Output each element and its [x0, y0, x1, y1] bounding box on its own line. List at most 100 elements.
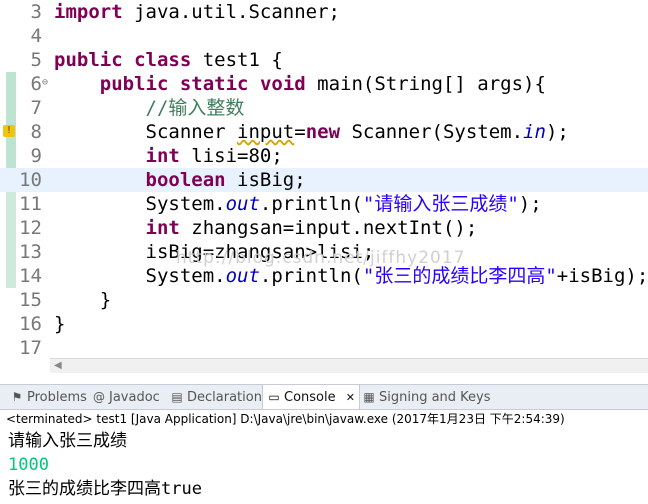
code-text: //输入整数: [54, 96, 245, 120]
close-icon[interactable]: ✕: [346, 391, 355, 404]
declaration-icon: ▤: [171, 390, 183, 404]
code-token: out: [225, 265, 260, 287]
horizontal-scrollbar[interactable]: ◀: [50, 358, 648, 373]
console-output-result: 张三的成绩比李四高true: [8, 477, 202, 501]
code-token: input: [237, 121, 295, 143]
console-result-value: true: [161, 479, 202, 499]
tab-declaration[interactable]: ▤ Declaration: [170, 385, 262, 409]
tab-problems[interactable]: ⚑ Problems: [10, 385, 87, 409]
line-number: 11: [19, 193, 42, 215]
code-line-17[interactable]: 17: [0, 336, 648, 358]
code-token: new: [305, 121, 341, 143]
code-token: .println(: [259, 193, 363, 215]
line-number: 9: [30, 145, 42, 167]
line-number: 3: [30, 1, 42, 23]
code-token: void: [259, 73, 306, 95]
code-line-15[interactable]: 15 }: [0, 288, 648, 312]
code-token: =: [294, 121, 306, 143]
signing-keys-icon: ▦: [363, 390, 375, 404]
console-prompt-text: 请输入张三成绩: [8, 431, 127, 451]
line-number: 5: [30, 49, 42, 71]
code-token: .println(: [259, 265, 363, 287]
code-token: }: [54, 313, 66, 335]
code-token: isBig;: [225, 169, 306, 191]
code-token: int: [145, 217, 180, 239]
tab-label: Problems: [27, 390, 87, 405]
code-token: }: [54, 289, 112, 311]
scroll-left-icon[interactable]: ◀: [54, 359, 62, 373]
code-text: System.out.println("请输入张三成绩");: [54, 192, 542, 216]
line-number: 12: [19, 217, 42, 239]
line-number: 10: [19, 169, 42, 191]
code-line-4[interactable]: 4: [0, 24, 648, 48]
code-text: int zhangsan=input.nextInt();: [54, 216, 478, 240]
code-token: static: [179, 73, 249, 95]
console-status: <terminated> test1 [Java Application] D:…: [6, 412, 565, 426]
code-token: lisi=80;: [179, 145, 283, 167]
code-line-10[interactable]: 10 boolean isBig;: [0, 168, 648, 192]
code-line-6[interactable]: 6 ⊖ public static void main(String[] args…: [0, 72, 648, 96]
code-text: int lisi=80;: [54, 144, 283, 168]
code-token: +isBig);: [556, 265, 648, 287]
code-line-11[interactable]: 11 System.out.println("请输入张三成绩");: [0, 192, 648, 216]
code-token: class: [134, 49, 192, 71]
code-token: out: [225, 193, 260, 215]
code-token: int: [145, 145, 180, 167]
code-text: import java.util.Scanner;: [54, 0, 340, 24]
fold-collapse-icon[interactable]: ⊖: [42, 78, 48, 88]
javadoc-icon: @: [93, 390, 105, 404]
code-token: in: [523, 121, 546, 143]
code-token: public: [54, 49, 123, 71]
line-number: 17: [19, 337, 42, 358]
code-line-8[interactable]: 8! Scanner input=new Scanner(System.in);: [0, 120, 648, 144]
code-line-3[interactable]: 3 import java.util.Scanner;: [0, 0, 648, 24]
console-user-input: 1000: [8, 455, 49, 475]
tab-signing-keys[interactable]: ▦ Signing and Keys: [362, 385, 491, 409]
line-number: 15: [19, 289, 42, 311]
code-line-9[interactable]: 9 int lisi=80;: [0, 144, 648, 168]
code-line-7[interactable]: 7 //输入整数: [0, 96, 648, 120]
line-number: 16: [19, 313, 42, 335]
warning-icon[interactable]: !: [3, 125, 15, 137]
code-text: }: [54, 312, 65, 336]
bottom-tab-bar: ⚑ Problems @ Javadoc ▤ Declaration ▭ Console…: [0, 384, 648, 410]
code-token: zhangsan=input.nextInt();: [179, 217, 478, 239]
code-text: boolean isBig;: [54, 168, 306, 192]
code-token: "张三的成绩比李四高": [362, 265, 557, 287]
code-token: System.: [54, 265, 226, 287]
code-text: public class test1 {: [54, 48, 283, 72]
code-token: //输入整数: [145, 97, 245, 119]
code-text: public static void main(String[] args){: [54, 72, 546, 96]
code-token: import: [54, 1, 123, 23]
console-input-line[interactable]: 1000: [8, 453, 49, 477]
code-token: Scanner(System.: [340, 121, 524, 143]
console-icon: ▭: [268, 390, 280, 404]
code-token: );: [545, 121, 569, 143]
code-token: );: [518, 193, 542, 215]
code-token: java.util.Scanner;: [122, 1, 340, 23]
code-token: "请输入张三成绩": [362, 193, 519, 215]
code-editor[interactable]: 3 import java.util.Scanner; 4 5 public class…: [0, 0, 648, 358]
code-line-5[interactable]: 5 public class test1 {: [0, 48, 648, 72]
tab-console[interactable]: ▭ Console ✕: [262, 385, 360, 409]
code-token: public: [99, 73, 169, 95]
problems-icon: ⚑: [11, 390, 23, 404]
tab-label: Signing and Keys: [379, 390, 491, 405]
code-line-16[interactable]: 16}: [0, 312, 648, 336]
line-number: 13: [19, 241, 42, 263]
line-number: 7: [30, 97, 42, 119]
code-text: Scanner input=new Scanner(System.in);: [54, 120, 569, 144]
code-token: Scanner: [54, 121, 238, 143]
console-output-prompt: 请输入张三成绩: [8, 429, 127, 453]
code-line-12[interactable]: 12 int zhangsan=input.nextInt();: [0, 216, 648, 240]
tab-javadoc[interactable]: @ Javadoc: [92, 385, 160, 409]
code-text: }: [54, 288, 111, 312]
